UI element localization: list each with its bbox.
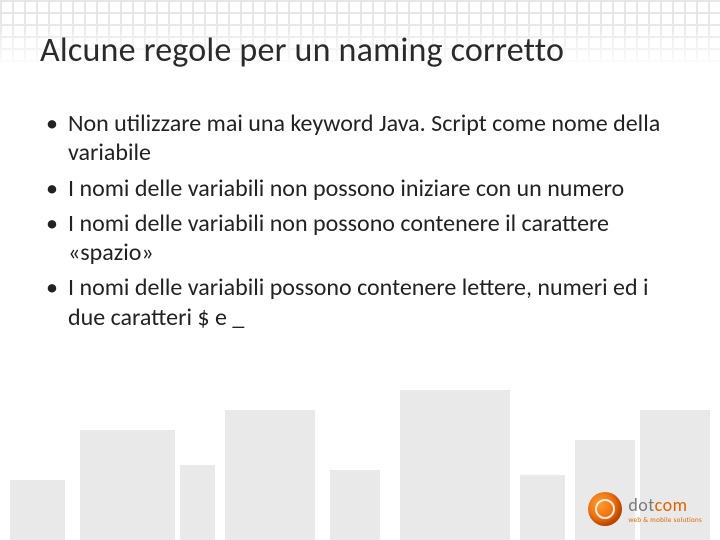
list-item: I nomi delle variabili non possono conte…	[46, 209, 680, 268]
logo-text: dotcom web & mobile solutions	[628, 496, 702, 523]
logo-icon	[588, 492, 622, 526]
list-item: Non utilizzare mai una keyword Java. Scr…	[46, 109, 680, 168]
slide-body: Alcune regole per un naming corretto Non…	[0, 0, 720, 332]
list-item: I nomi delle variabili non possono inizi…	[46, 174, 680, 203]
logo-tagline: web & mobile solutions	[628, 516, 702, 523]
logo-brand-prefix: dot	[628, 494, 654, 516]
list-item: I nomi delle variabili possono contenere…	[46, 273, 680, 332]
logo: dotcom web & mobile solutions	[588, 492, 702, 526]
slide-title: Alcune regole per un naming corretto	[40, 30, 680, 71]
bullet-list: Non utilizzare mai una keyword Java. Scr…	[40, 109, 680, 332]
logo-brand-accent: com	[655, 494, 688, 516]
